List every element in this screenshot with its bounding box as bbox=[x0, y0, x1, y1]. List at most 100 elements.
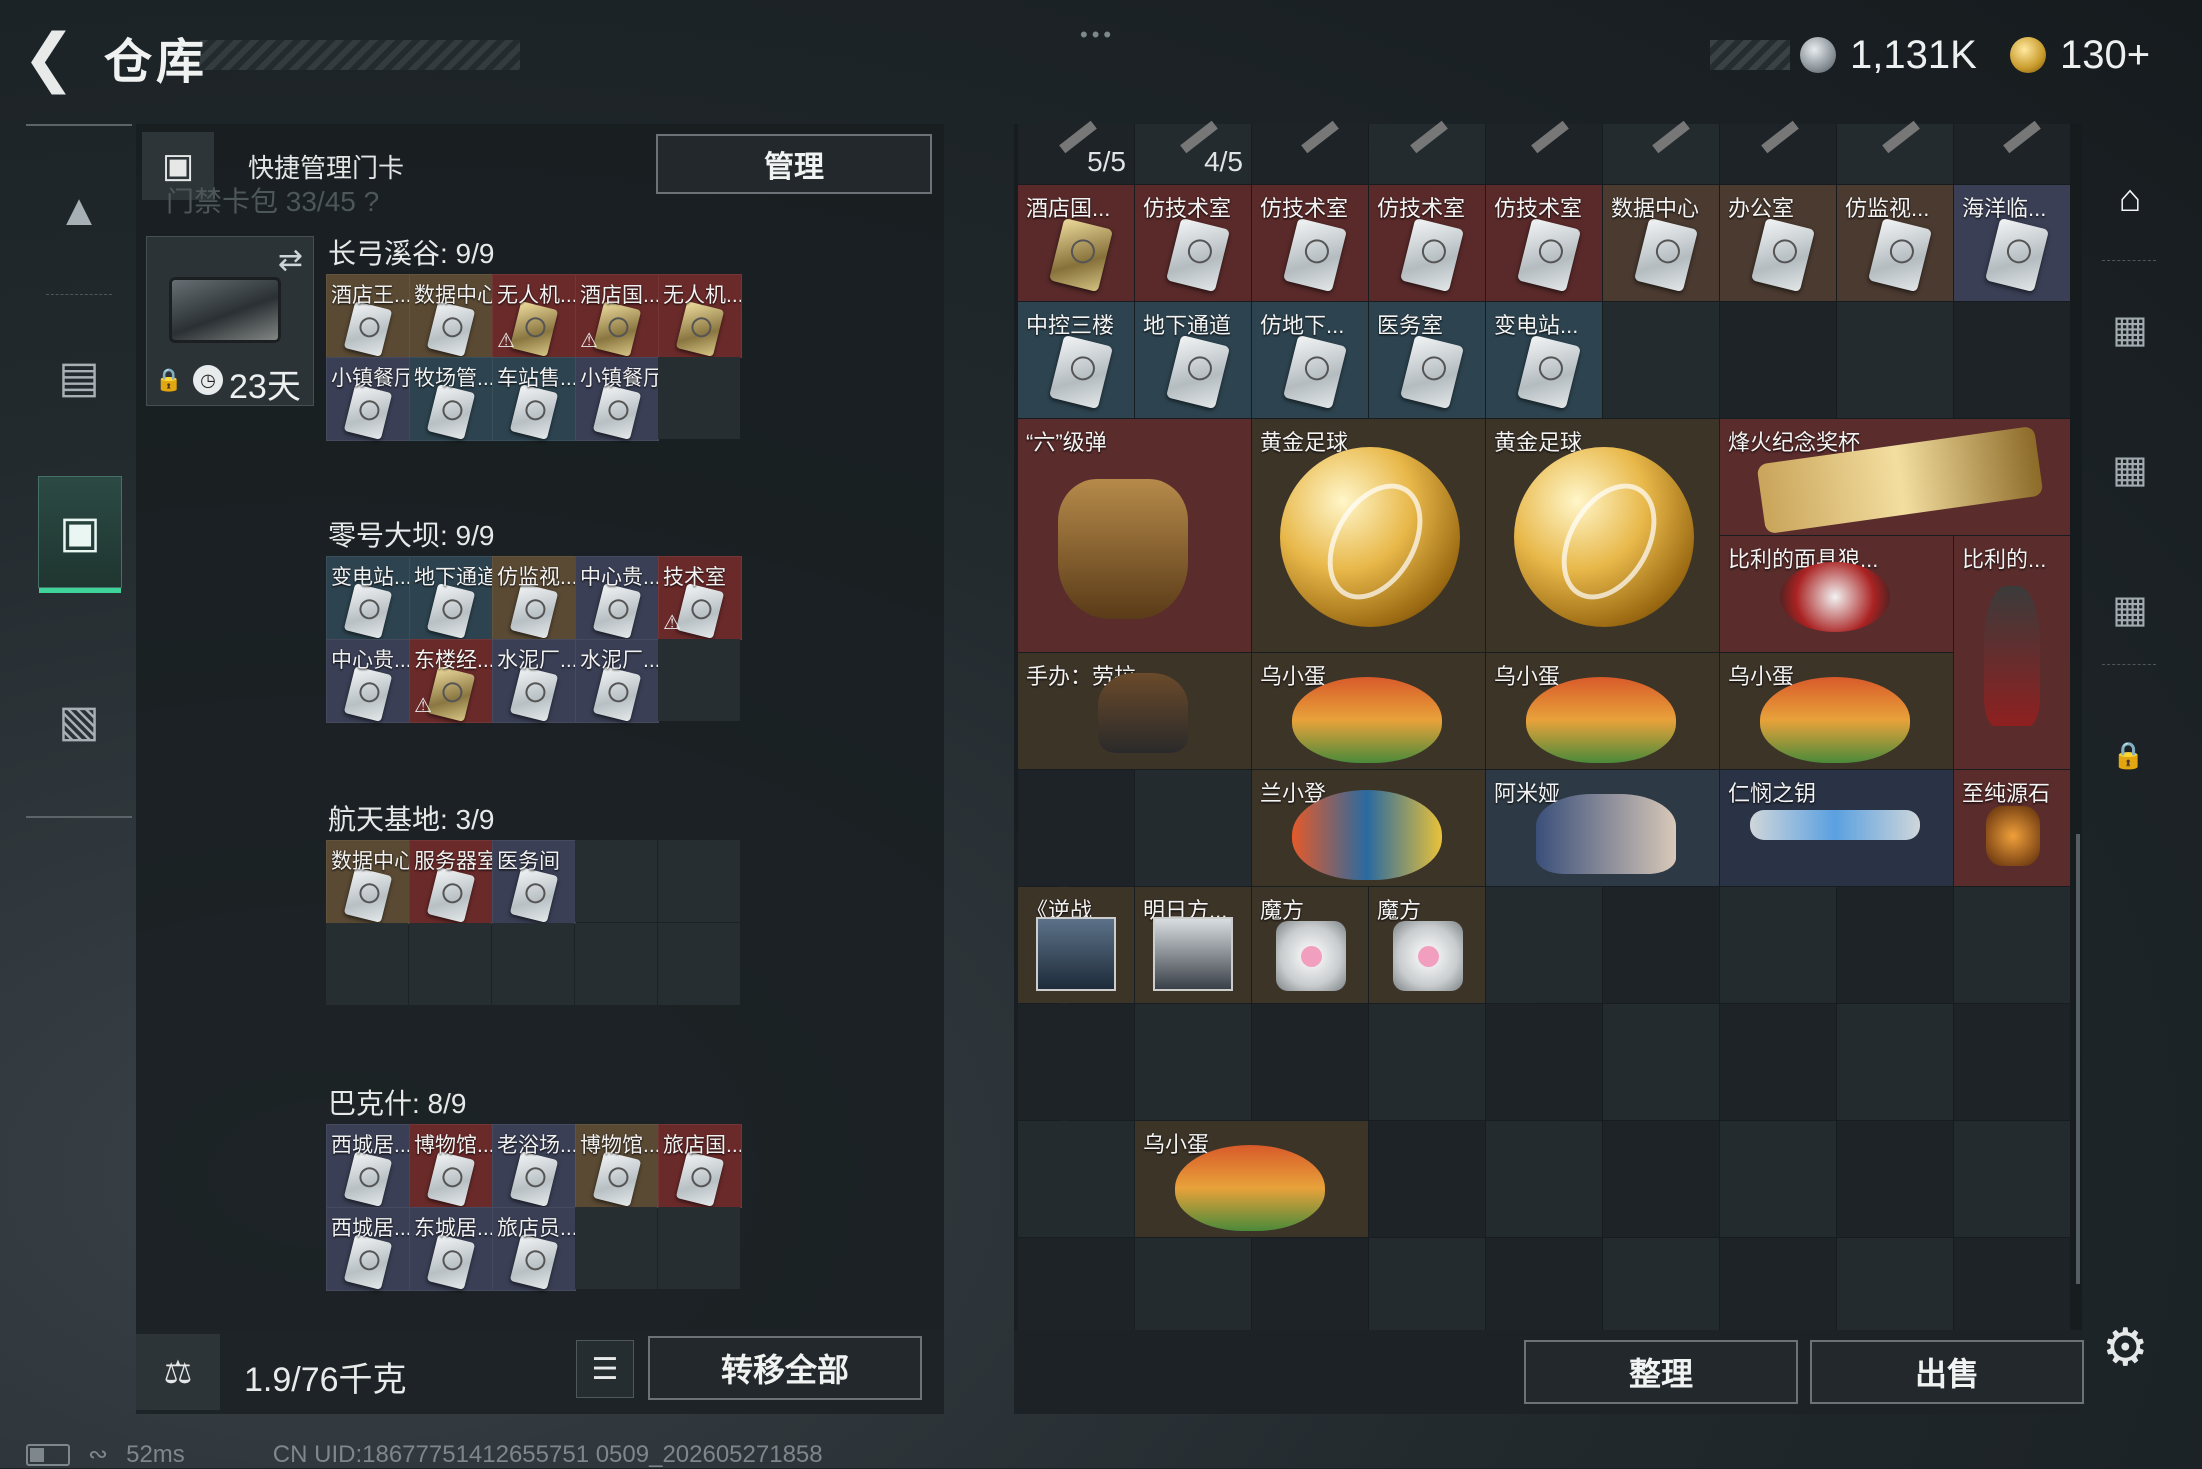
inventory-slot[interactable] bbox=[1486, 1121, 1602, 1237]
inventory-slot[interactable] bbox=[1954, 1121, 2070, 1237]
keycard-slot[interactable]: 医务间 bbox=[492, 840, 576, 924]
keycard-item[interactable]: 仿技术室 bbox=[1369, 185, 1485, 301]
keycard-item[interactable]: 海洋临... bbox=[1954, 185, 2070, 301]
keycard-slot[interactable]: 技术室 ⚠ bbox=[658, 556, 742, 640]
inventory-slot[interactable] bbox=[1954, 887, 2070, 1003]
inventory-slot[interactable] bbox=[1954, 1004, 2070, 1120]
keycard-item[interactable]: 中控三楼 bbox=[1018, 302, 1134, 418]
keycard-slot[interactable]: 老浴场... bbox=[492, 1124, 576, 1208]
inventory-slot[interactable] bbox=[1837, 1121, 1953, 1237]
inventory-slot[interactable] bbox=[1837, 1004, 1953, 1120]
inventory-slot[interactable] bbox=[1369, 1004, 1485, 1120]
inventory-slot[interactable] bbox=[1018, 1004, 1134, 1120]
empty-slot[interactable] bbox=[575, 840, 657, 922]
more-dots-icon[interactable]: ••• bbox=[1080, 22, 1115, 48]
inventory-slot[interactable]: 5/5 bbox=[1018, 120, 1134, 184]
inventory-slot[interactable] bbox=[1837, 120, 1953, 184]
storage-iv-icon[interactable]: ▦ bbox=[2096, 284, 2164, 374]
inventory-slot[interactable] bbox=[1720, 120, 1836, 184]
empty-slot[interactable] bbox=[492, 923, 574, 1005]
sort-button[interactable]: 整理 bbox=[1524, 1340, 1798, 1404]
egg-item[interactable]: 乌小蛋 bbox=[1486, 653, 1719, 769]
keycard-slot[interactable]: 西城居... bbox=[326, 1124, 410, 1208]
empty-slot[interactable] bbox=[409, 923, 491, 1005]
list-icon[interactable]: ☰ bbox=[576, 1340, 634, 1398]
keycard-slot[interactable]: 博物馆... bbox=[409, 1124, 493, 1208]
trophy-item[interactable]: 烽火纪念奖杯 bbox=[1720, 419, 2070, 535]
keycard-slot[interactable]: 牧场管... bbox=[409, 357, 493, 441]
keycard-slot[interactable]: 旅店国... bbox=[658, 1124, 742, 1208]
keycard-item[interactable]: 仿技术室 bbox=[1135, 185, 1251, 301]
mingri-item[interactable]: 明日方... bbox=[1135, 887, 1251, 1003]
keycard-slot[interactable]: 车站售... bbox=[492, 357, 576, 441]
keycard-slot[interactable]: 东城居... bbox=[409, 1207, 493, 1291]
keycard-item[interactable]: 地下通道 bbox=[1135, 302, 1251, 418]
keycard-slot[interactable]: 酒店王... bbox=[326, 274, 410, 358]
egg-item[interactable]: 乌小蛋 bbox=[1252, 653, 1485, 769]
empty-slot[interactable] bbox=[658, 639, 740, 721]
inventory-slot[interactable] bbox=[1954, 302, 2070, 418]
backpack-icon[interactable]: ▤ bbox=[38, 322, 120, 432]
inventory-slot[interactable] bbox=[1603, 120, 1719, 184]
key-item[interactable]: 仁悯之钥 bbox=[1720, 770, 1953, 886]
empty-slot[interactable] bbox=[326, 923, 408, 1005]
keycard-slot[interactable]: 变电站... bbox=[326, 556, 410, 640]
keycard-item[interactable]: 酒店国... bbox=[1018, 185, 1134, 301]
keycard-slot[interactable]: 服务器室 bbox=[409, 840, 493, 924]
keycard-slot[interactable]: 无人机... ⚠ bbox=[492, 274, 576, 358]
cube-item[interactable]: 魔方 bbox=[1252, 887, 1368, 1003]
keycard-slot[interactable]: 小镇餐厅 bbox=[326, 357, 410, 441]
inventory-slot[interactable] bbox=[1603, 887, 1719, 1003]
lan-item[interactable]: 兰小登 bbox=[1252, 770, 1485, 886]
keycard-item[interactable]: 变电站... bbox=[1486, 302, 1602, 418]
amiya-item[interactable]: 阿米娅 bbox=[1486, 770, 1719, 886]
gold-ball-item[interactable]: 黄金足球 bbox=[1486, 419, 1719, 652]
keycard-slot[interactable]: 地下通道 bbox=[409, 556, 493, 640]
inventory-slot[interactable] bbox=[1486, 1004, 1602, 1120]
keycard-item[interactable]: 办公室 bbox=[1720, 185, 1836, 301]
swap-icon[interactable]: ⇄ bbox=[278, 243, 303, 278]
keycard-item[interactable]: 仿监视... bbox=[1837, 185, 1953, 301]
empty-slot[interactable] bbox=[658, 840, 740, 922]
gold-ball-item[interactable]: 黄金足球 bbox=[1252, 419, 1485, 652]
keycard-item[interactable]: 仿技术室 bbox=[1486, 185, 1602, 301]
keycard-slot[interactable]: 酒店国... ⚠ bbox=[575, 274, 659, 358]
inventory-slot[interactable] bbox=[1252, 120, 1368, 184]
inventory-slot[interactable] bbox=[1837, 887, 1953, 1003]
stone-item[interactable]: 至纯源石 bbox=[1954, 770, 2070, 886]
keycard-item[interactable]: 仿地下... bbox=[1252, 302, 1368, 418]
inventory-slot[interactable] bbox=[1018, 770, 1134, 886]
keycard-slot[interactable]: 水泥厂... bbox=[492, 639, 576, 723]
inventory-slot[interactable] bbox=[1369, 120, 1485, 184]
keycard-item[interactable]: 仿技术室 bbox=[1252, 185, 1368, 301]
keycard-slot[interactable]: 旅店员... bbox=[492, 1207, 576, 1291]
gun-icon[interactable]: ▲ bbox=[38, 156, 120, 266]
egg-item[interactable]: 乌小蛋 bbox=[1135, 1121, 1368, 1237]
manage-button[interactable]: 管理 bbox=[656, 134, 932, 194]
empty-slot[interactable] bbox=[658, 357, 740, 439]
briefcase-icon[interactable]: ▧ bbox=[38, 666, 120, 776]
gear-icon[interactable]: ⚙ bbox=[2102, 1318, 2149, 1378]
inventory-slot[interactable] bbox=[1603, 1004, 1719, 1120]
inventory-slot[interactable] bbox=[1837, 302, 1953, 418]
keycard-slot[interactable]: 仿监视... bbox=[492, 556, 576, 640]
empty-slot[interactable] bbox=[575, 923, 657, 1005]
inventory-slot[interactable] bbox=[1486, 887, 1602, 1003]
keycard-pack[interactable]: ⇄ 🔒 ◷ 23天 bbox=[146, 236, 314, 406]
billy-item[interactable]: 比利的... bbox=[1954, 536, 2070, 769]
keycard-item[interactable]: 医务室 bbox=[1369, 302, 1485, 418]
keycard-slot[interactable]: 中心贵... bbox=[575, 556, 659, 640]
storage-ii-icon[interactable]: ▦ bbox=[2096, 564, 2164, 654]
reverse-item[interactable]: 《逆战 bbox=[1018, 887, 1134, 1003]
back-arrow-icon[interactable]: ❮ bbox=[22, 22, 82, 92]
inventory-slot[interactable] bbox=[1018, 1121, 1134, 1237]
sell-button[interactable]: 出售 bbox=[1810, 1340, 2084, 1404]
keycard-slot[interactable]: 西城居... bbox=[326, 1207, 410, 1291]
inventory-slot[interactable] bbox=[1720, 302, 1836, 418]
egg-item[interactable]: 乌小蛋 bbox=[1720, 653, 1953, 769]
empty-slot[interactable] bbox=[658, 1207, 740, 1289]
inventory-slot[interactable]: 4/5 bbox=[1135, 120, 1251, 184]
keycard-slot[interactable]: 水泥厂... bbox=[575, 639, 659, 723]
inventory-slot[interactable] bbox=[1720, 1004, 1836, 1120]
keycard-slot[interactable]: 数据中心 bbox=[326, 840, 410, 924]
